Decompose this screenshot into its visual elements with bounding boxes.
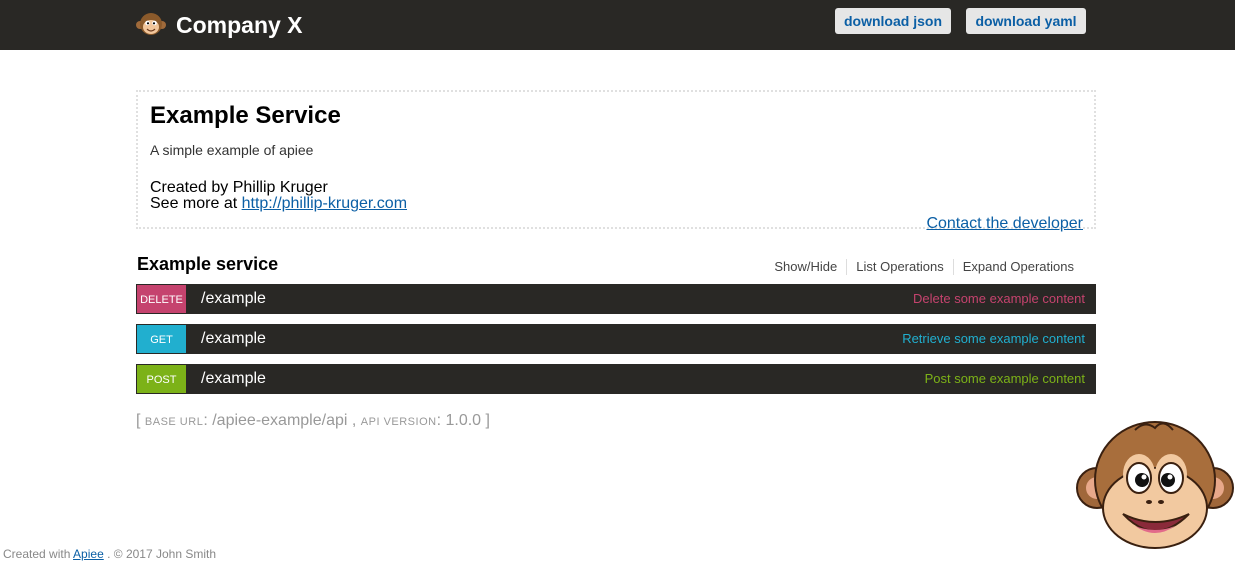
- operation-summary: Delete some example content: [913, 291, 1085, 306]
- base-url-label: base url: [144, 416, 204, 428]
- operation-post-example[interactable]: POST /example Post some example content: [136, 364, 1096, 394]
- brand[interactable]: Company X: [136, 10, 303, 40]
- operation-delete-example[interactable]: DELETE /example Delete some example cont…: [136, 284, 1096, 314]
- resource-actions: Show/Hide List Operations Expand Operati…: [765, 259, 1085, 275]
- bracket-open: [: [136, 412, 141, 429]
- resource-title[interactable]: Example service: [137, 254, 278, 275]
- operation-summary: Post some example content: [924, 371, 1085, 386]
- http-method-badge: GET: [136, 324, 187, 354]
- show-hide-link[interactable]: Show/Hide: [765, 259, 848, 275]
- footer-suffix: . © 2017 John Smith: [107, 547, 216, 561]
- operation-summary: Retrieve some example content: [902, 331, 1085, 346]
- http-method-badge: POST: [136, 364, 187, 394]
- download-yaml-button[interactable]: download yaml: [966, 8, 1086, 34]
- http-method-badge: DELETE: [136, 284, 187, 314]
- base-url-info: [ base url: /apiee-example/api , api ver…: [136, 412, 490, 429]
- list-operations-link[interactable]: List Operations: [847, 259, 954, 275]
- top-navbar: Company X download json download yaml: [0, 0, 1235, 50]
- contact-developer: Contact the developer: [926, 215, 1083, 233]
- see-more-line: See more at http://phillip-kruger.com: [150, 196, 407, 212]
- service-title: Example Service: [150, 102, 341, 129]
- expand-operations-link[interactable]: Expand Operations: [954, 259, 1085, 275]
- operation-path: /example: [201, 330, 266, 347]
- footer: Created with Apiee . © 2017 John Smith: [3, 547, 216, 561]
- separator: ,: [351, 412, 357, 429]
- base-url-value: /apiee-example/api: [212, 412, 348, 429]
- api-version-value: 1.0.0: [445, 412, 482, 429]
- created-by-text: Created by Phillip Kruger: [150, 179, 328, 196]
- contact-developer-link[interactable]: Contact the developer: [926, 215, 1083, 232]
- operation-get-example[interactable]: GET /example Retrieve some example conte…: [136, 324, 1096, 354]
- monkey-logo-icon: [136, 13, 166, 35]
- operation-path: /example: [201, 290, 266, 307]
- download-json-button[interactable]: download json: [835, 8, 951, 34]
- operation-path: /example: [201, 370, 266, 387]
- monkey-mascot-icon: [1076, 421, 1234, 549]
- brand-name: Company X: [176, 11, 303, 38]
- api-version-label: api version: [360, 416, 437, 428]
- service-description: A simple example of apiee: [150, 142, 314, 158]
- bracket-close: ]: [485, 412, 490, 429]
- see-more-label: See more at: [150, 195, 238, 212]
- see-more-link[interactable]: http://phillip-kruger.com: [242, 195, 407, 212]
- api-info-box: Example Service A simple example of apie…: [136, 90, 1096, 232]
- apiee-link[interactable]: Apiee: [73, 547, 104, 561]
- footer-prefix: Created with: [3, 547, 71, 561]
